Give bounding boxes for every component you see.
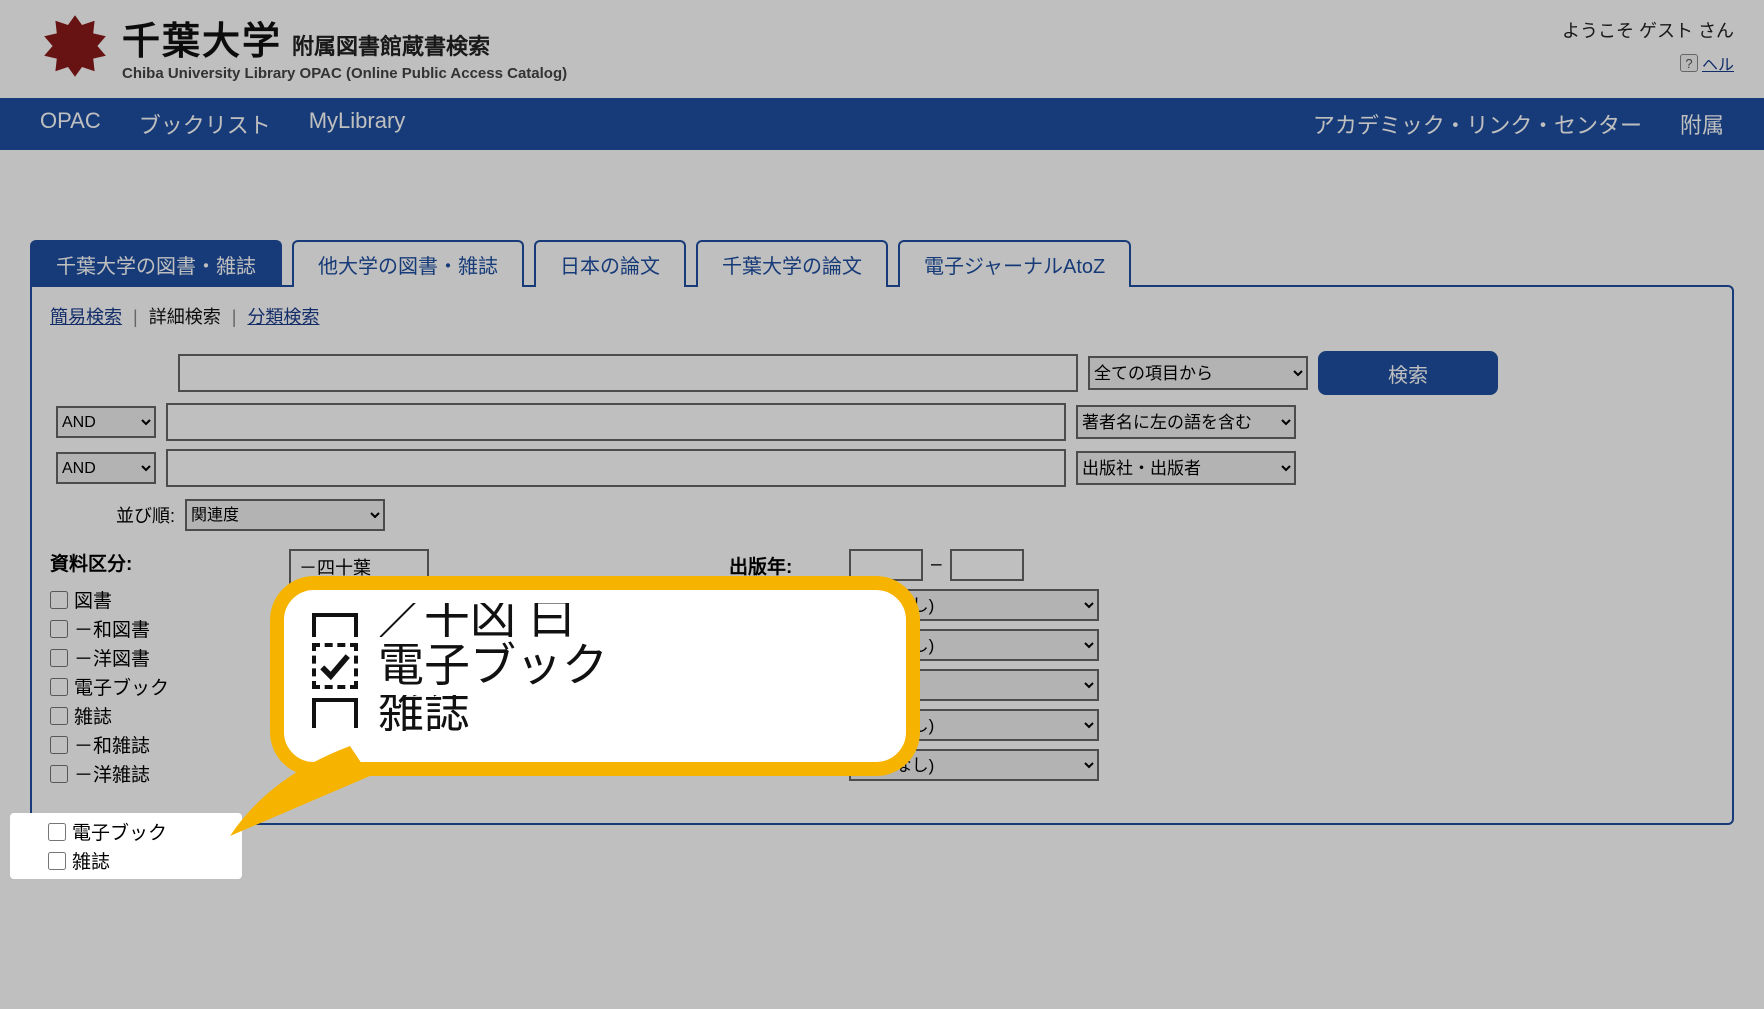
callout-partial-checkbox-icon [312,613,358,637]
callout-tail-icon [230,736,390,846]
pubyear-to[interactable] [950,549,1024,581]
search-button[interactable]: 検索 [1318,351,1498,395]
tab-jp-papers[interactable]: 日本の論文 [534,240,686,287]
help-icon: ? [1680,54,1698,72]
mt-magazine: 雑誌 [50,702,169,729]
mt-ebook: 電子ブック [50,673,169,700]
nav-alc[interactable]: アカデミック・リンク・センター [1313,108,1642,140]
nav-booklist[interactable]: ブックリスト [139,108,271,140]
mt-jp-magazine: －和雑誌 [50,731,169,758]
search-tabs: 千葉大学の図書・雑誌 他大学の図書・雑誌 日本の論文 千葉大学の論文 電子ジャー… [30,240,1734,287]
nav-opac[interactable]: OPAC [40,108,101,140]
tab-chiba-papers[interactable]: 千葉大学の論文 [696,240,888,287]
bool-select-3[interactable]: AND [56,452,156,484]
system-subtitle: Chiba University Library OPAC (Online Pu… [122,65,567,82]
callout-bubble: ／干凶 曰 電子ブック 雑誌 [270,576,920,776]
sort-select[interactable]: 関連度 [185,499,385,531]
greeting-text: ようこそ ゲスト さん [1562,17,1734,43]
help-link[interactable]: ヘル [1702,51,1734,75]
hl-magazine-checkbox[interactable] [48,852,66,870]
separator: | [232,307,237,327]
field-select-2[interactable]: 著者名に左の語を含む [1076,405,1296,439]
nav-affiliated[interactable]: 附属 [1680,108,1724,140]
tab-chiba-books[interactable]: 千葉大学の図書・雑誌 [30,240,282,287]
sort-label: 並び順: [116,502,175,528]
separator: | [133,307,138,327]
field-select-3[interactable]: 出版社・出版者 [1076,451,1296,485]
material-type-label: 資料区分: [50,549,169,576]
bool-select-2[interactable]: AND [56,406,156,438]
nav-mylibrary[interactable]: MyLibrary [309,108,406,140]
callout-ebook-text: 電子ブック [378,637,608,695]
mode-detailed: 詳細検索 [149,307,221,327]
hl-ebook-checkbox[interactable] [48,823,66,841]
field-select-1[interactable]: 全ての項目から [1088,356,1308,390]
mt-books: 図書 [50,586,169,613]
callout-checked-icon [312,643,358,689]
mode-simple[interactable]: 簡易検索 [50,307,122,327]
highlight-ebook-magazine: 電子ブック 雑誌 [10,813,242,879]
mt-foreign-magazine: －洋雑誌 [50,760,169,787]
mode-classified[interactable]: 分類検索 [247,307,319,327]
search-input-1[interactable] [178,354,1078,392]
tab-other-univ[interactable]: 他大学の図書・雑誌 [292,240,524,287]
pubyear-label: 出版年: [729,552,849,579]
university-name: 千葉大学 [122,10,282,65]
callout-empty-checkbox-icon [312,698,358,728]
search-input-2[interactable] [166,403,1066,441]
search-input-3[interactable] [166,449,1066,487]
year-sep: – [931,554,942,576]
university-logo [40,11,110,81]
tab-ejournal[interactable]: 電子ジャーナルAtoZ [898,240,1131,287]
callout-magazine-text: 雑誌 [378,695,470,731]
mt-foreign-books: －洋図書 [50,644,169,671]
mt-jp-books: －和図書 [50,615,169,642]
system-name: 附属図書館蔵書検索 [292,29,490,61]
callout-partial-text: ／干凶 曰 [378,603,575,637]
